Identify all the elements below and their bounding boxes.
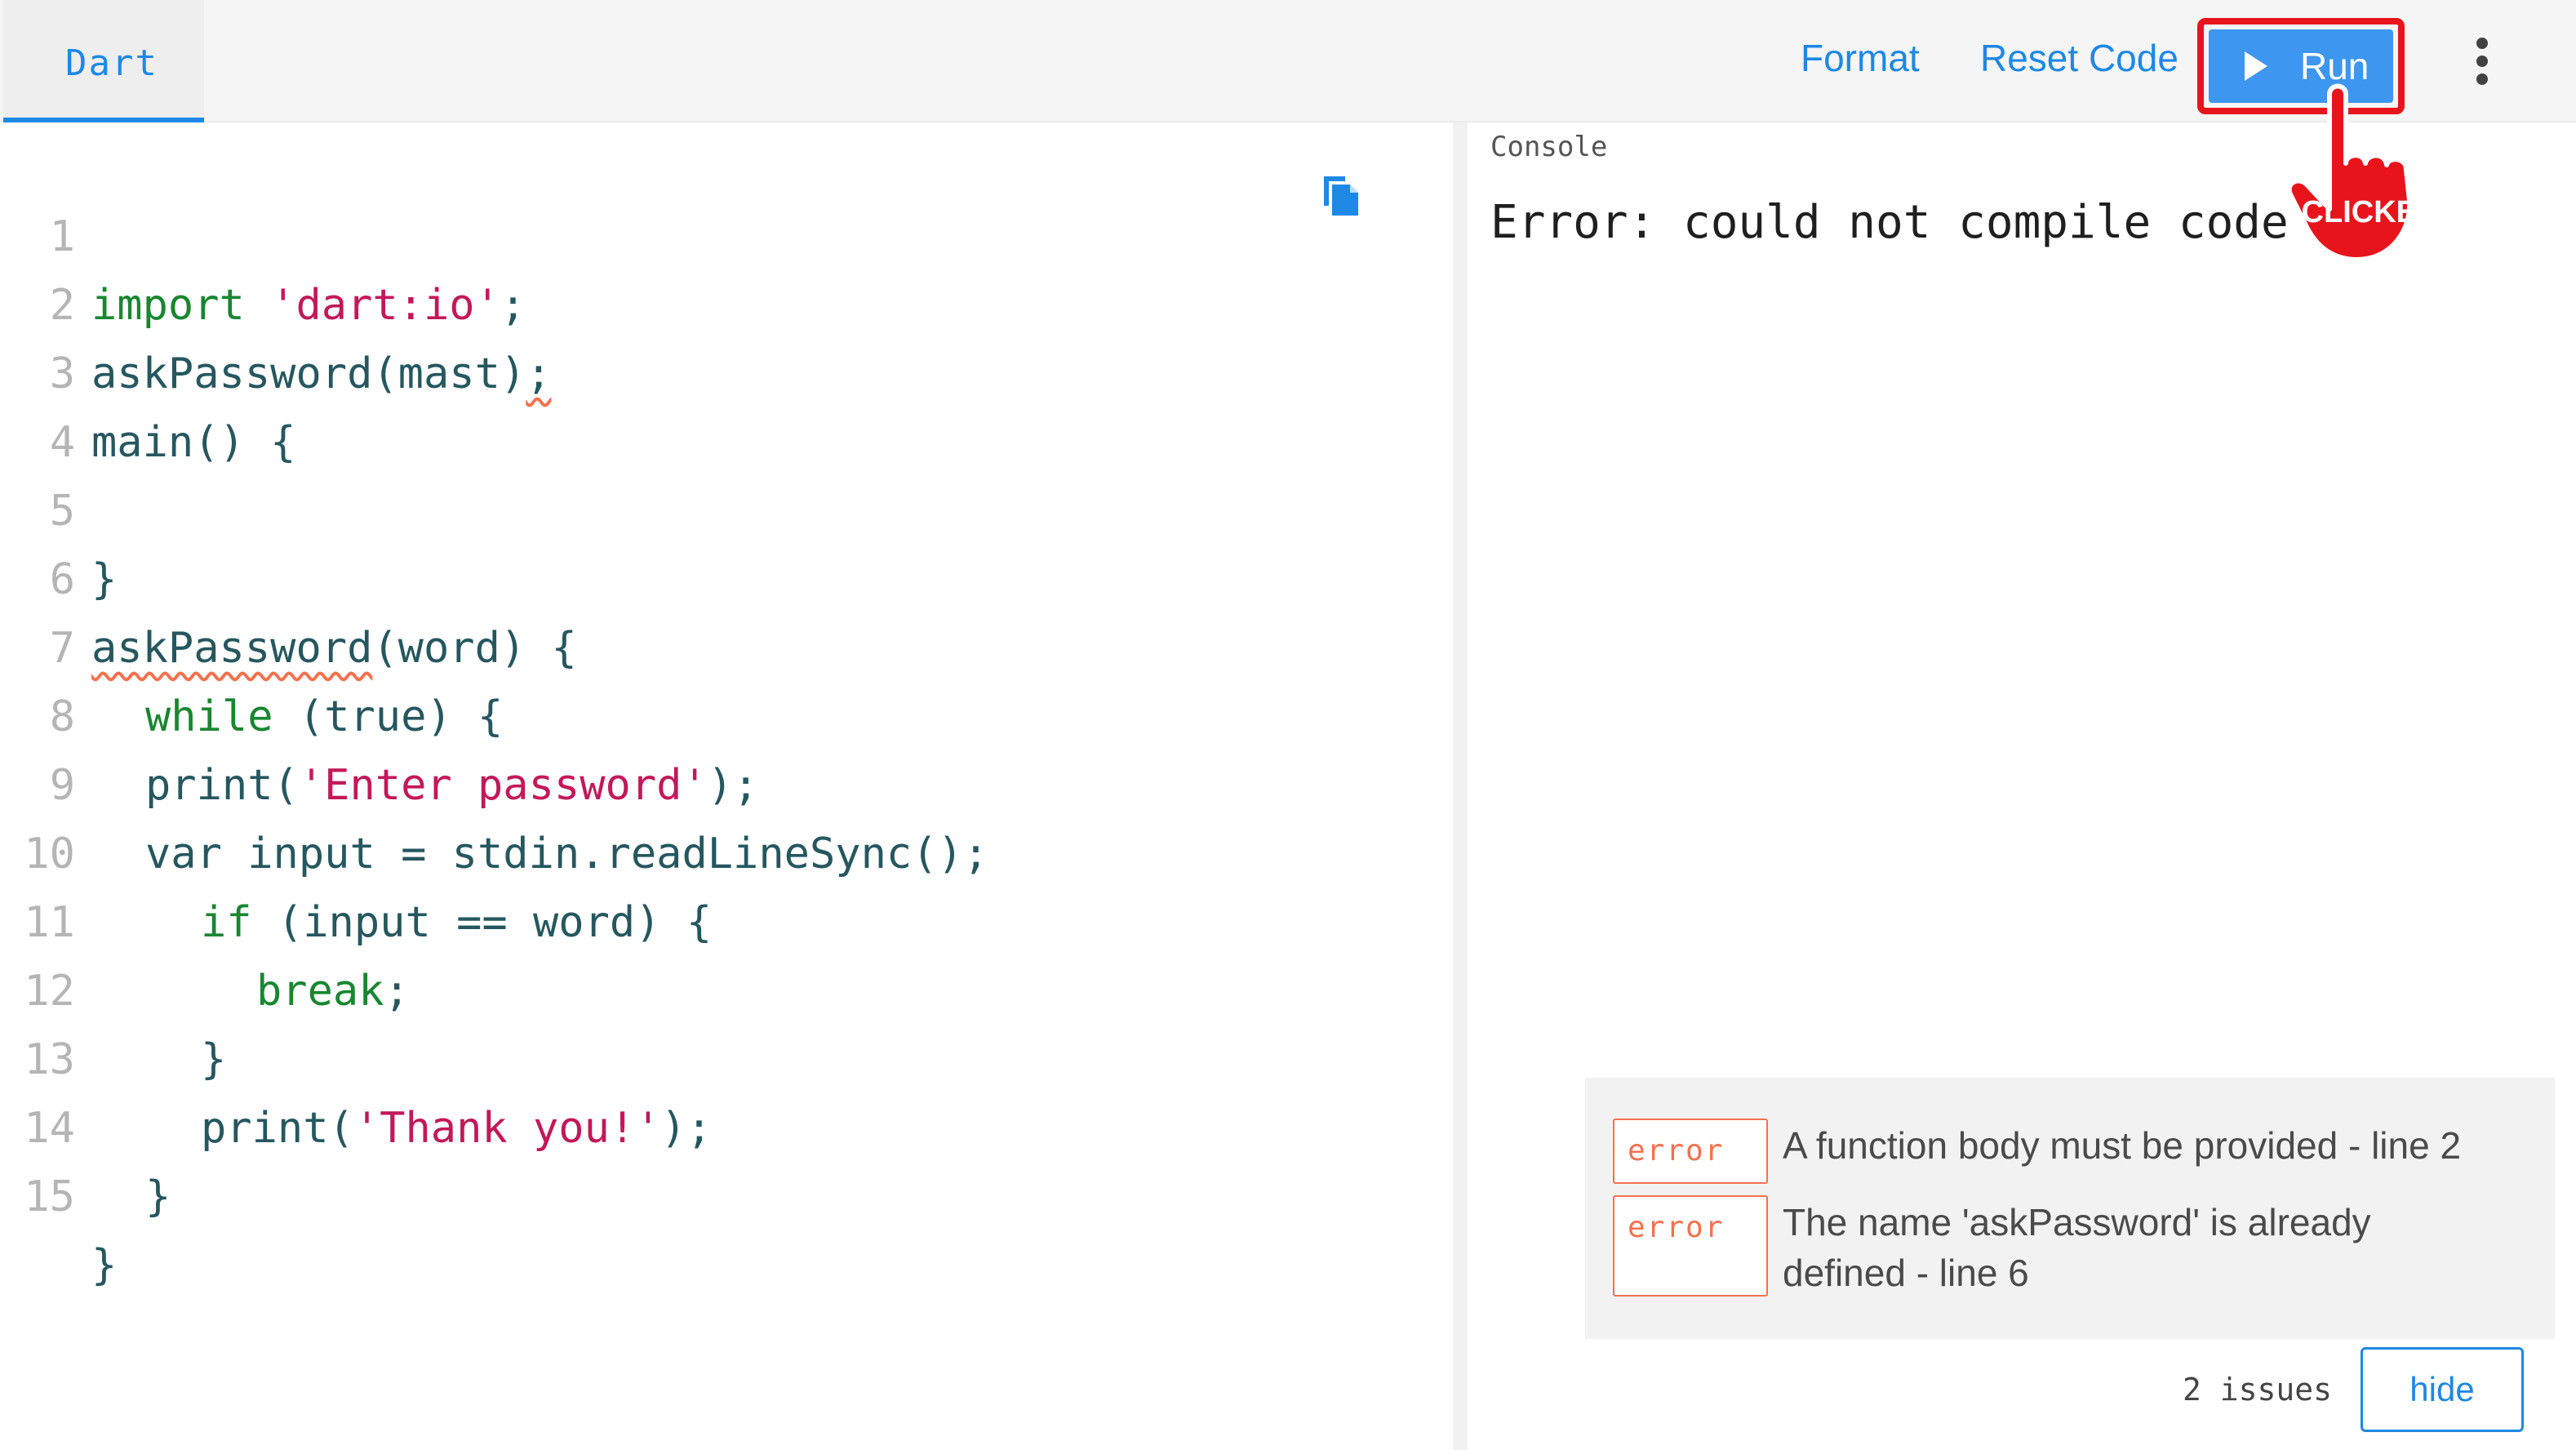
more-vert-icon[interactable] bbox=[2467, 38, 2499, 87]
tab-dart-label: Dart bbox=[65, 42, 158, 84]
pointer-hand-icon: CLICKED bbox=[2287, 83, 2440, 262]
code-text: } bbox=[91, 1241, 118, 1290]
play-icon bbox=[2245, 51, 2267, 81]
code-line: 11 break; bbox=[0, 820, 1453, 1016]
top-bar: Dart Format Reset Code Run bbox=[0, 0, 2576, 122]
issues-count: 2 issues bbox=[2183, 1372, 2333, 1408]
format-button[interactable]: Format bbox=[1801, 36, 1920, 80]
issue-message[interactable]: The name 'askPassword' is already define… bbox=[1783, 1197, 2501, 1298]
issue-message[interactable]: A function body must be provided - line … bbox=[1783, 1120, 2501, 1171]
console-title: Console bbox=[1490, 131, 1608, 163]
code-line: 6 askPassword(word) { bbox=[0, 477, 1453, 673]
code-text: } bbox=[145, 1172, 171, 1221]
console-output: Error: could not compile code bbox=[1490, 196, 2289, 249]
tab-dart[interactable]: Dart bbox=[3, 0, 204, 122]
code-line: 9 var input = stdin.readLineSync(); bbox=[0, 683, 1453, 878]
code-line: 12 } bbox=[0, 888, 1453, 1084]
code-line: 5 } bbox=[0, 408, 1453, 604]
clicked-label: CLICKED bbox=[2302, 195, 2440, 229]
code-line: 4 bbox=[0, 340, 1453, 467]
issue-type-badge: error bbox=[1613, 1195, 1768, 1297]
code-line: 2 askPassword(mast); bbox=[0, 202, 1453, 398]
code-line: 8 print('Enter password'); bbox=[0, 614, 1453, 810]
reset-code-button[interactable]: Reset Code bbox=[1980, 36, 2178, 80]
code-line: 13 print('Thank you!'); bbox=[0, 957, 1453, 1153]
issue-type-badge: error bbox=[1613, 1119, 1768, 1184]
code-line: 15 } bbox=[0, 1094, 1453, 1290]
hide-issues-button[interactable]: hide bbox=[2361, 1347, 2524, 1432]
code-line: 3 main() { bbox=[0, 271, 1453, 467]
code-line: 14 } bbox=[0, 1025, 1453, 1221]
code-line: 1 import 'dart:io'; bbox=[0, 134, 1453, 330]
code-line: 7 while (true) { bbox=[0, 545, 1453, 741]
code-line: 10 if (input == word) { bbox=[0, 751, 1453, 947]
line-number: 15 bbox=[24, 1172, 75, 1221]
pane-divider[interactable] bbox=[1453, 122, 1468, 1450]
